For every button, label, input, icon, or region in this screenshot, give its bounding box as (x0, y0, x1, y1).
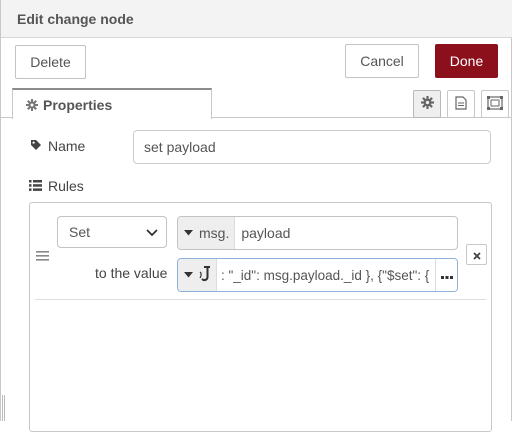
done-button[interactable]: Done (435, 44, 498, 78)
rules-label: Rules (48, 178, 84, 194)
remove-rule-button[interactable] (466, 244, 487, 265)
expression-icon (199, 265, 211, 285)
gear-icon (420, 96, 434, 112)
drag-handle-icon[interactable] (36, 249, 50, 261)
rule-divider (35, 299, 486, 300)
name-input[interactable]: set payload (133, 130, 491, 164)
tab-properties[interactable]: Properties (12, 88, 212, 119)
target-type-label: msg. (199, 225, 230, 241)
delete-button[interactable]: Delete (15, 45, 86, 79)
node-frame-icon (487, 95, 503, 113)
resize-handle[interactable] (2, 395, 5, 421)
target-type-selector[interactable]: msg. (178, 217, 236, 249)
tab-properties-icon-button[interactable] (413, 90, 441, 118)
name-label-row: Name (30, 138, 85, 154)
rule-action-value: Set (69, 224, 91, 240)
dialog-title: Edit change node (1, 0, 512, 38)
to-the-value-label: to the value (95, 265, 168, 281)
value-expression-text[interactable]: : "_id": msg.payload._id }, {"$set": { (217, 268, 435, 283)
expression-editor-button[interactable] (435, 259, 457, 291)
tag-icon (30, 138, 48, 154)
gear-icon (26, 98, 38, 111)
chevron-down-icon (146, 224, 158, 240)
caret-down-icon (184, 272, 193, 278)
rule-action-select[interactable]: Set (57, 216, 167, 248)
rules-label-row: Rules (29, 178, 84, 194)
list-icon (29, 178, 48, 194)
name-label: Name (48, 138, 86, 154)
editor-dialog: Edit change node Delete Cancel Done Prop… (0, 0, 512, 432)
ellipsis-icon (440, 267, 453, 283)
tab-description-button[interactable] (447, 90, 475, 118)
document-icon (455, 95, 467, 113)
rule-value-input[interactable]: : "_id": msg.payload._id }, {"$set": { (177, 258, 458, 292)
close-icon (472, 247, 481, 263)
tab-appearance-button[interactable] (481, 90, 509, 118)
target-property-value[interactable]: payload (235, 225, 457, 241)
caret-down-icon (184, 230, 193, 236)
cancel-button[interactable]: Cancel (345, 44, 419, 78)
tab-properties-label: Properties (43, 96, 113, 113)
value-type-selector[interactable] (178, 259, 217, 291)
rule-target-input[interactable]: msg. payload (177, 216, 458, 250)
